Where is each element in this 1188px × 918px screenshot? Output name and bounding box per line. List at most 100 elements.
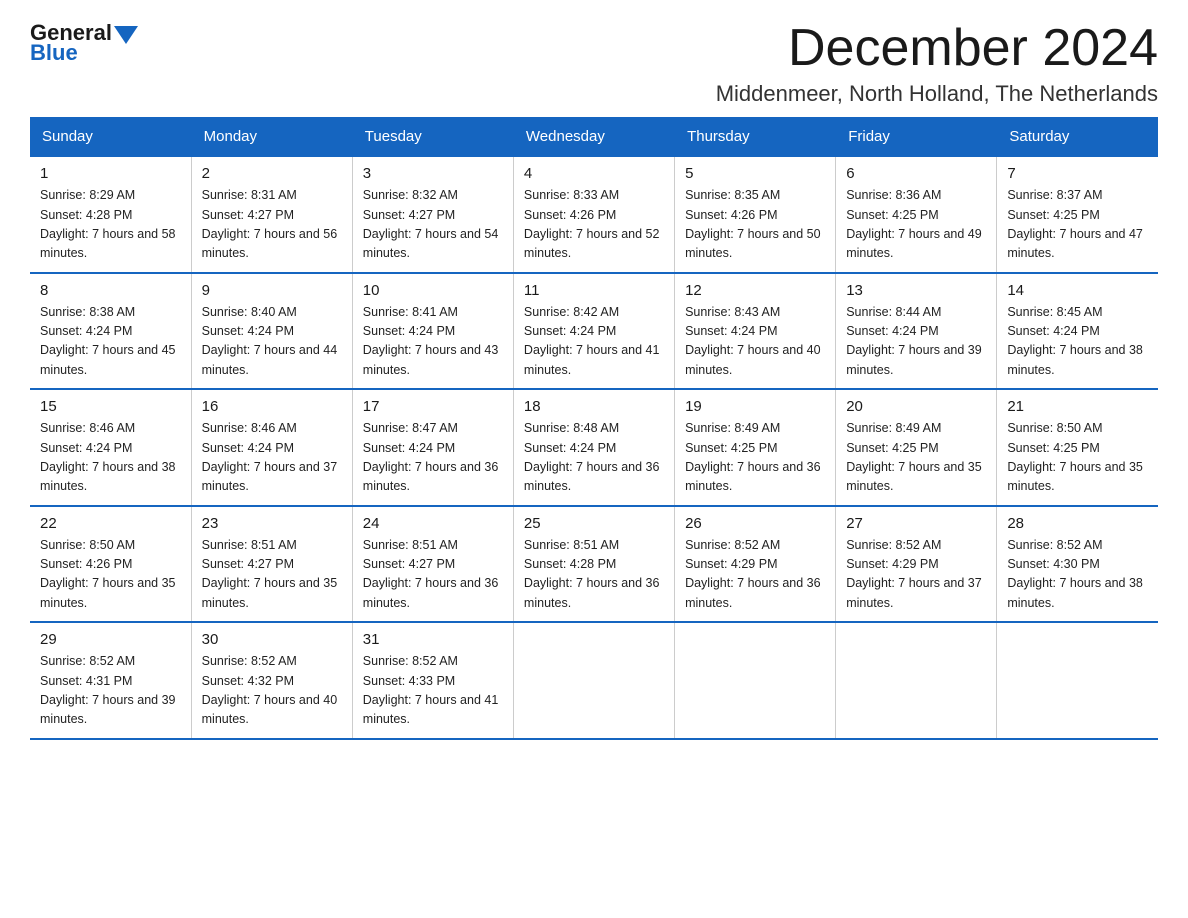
calendar-cell: 5 Sunrise: 8:35 AMSunset: 4:26 PMDayligh… — [675, 156, 836, 273]
logo: General Blue — [30, 20, 138, 66]
calendar-cell: 13 Sunrise: 8:44 AMSunset: 4:24 PMDaylig… — [836, 273, 997, 390]
calendar-table: SundayMondayTuesdayWednesdayThursdayFrid… — [30, 117, 1158, 740]
day-info: Sunrise: 8:52 AMSunset: 4:29 PMDaylight:… — [685, 536, 825, 614]
location-subtitle: Middenmeer, North Holland, The Netherlan… — [716, 81, 1158, 107]
calendar-cell: 26 Sunrise: 8:52 AMSunset: 4:29 PMDaylig… — [675, 506, 836, 623]
day-info: Sunrise: 8:52 AMSunset: 4:30 PMDaylight:… — [1007, 536, 1148, 614]
day-number: 20 — [846, 398, 986, 415]
day-info: Sunrise: 8:52 AMSunset: 4:32 PMDaylight:… — [202, 652, 342, 730]
calendar-cell: 8 Sunrise: 8:38 AMSunset: 4:24 PMDayligh… — [30, 273, 191, 390]
calendar-cell: 11 Sunrise: 8:42 AMSunset: 4:24 PMDaylig… — [513, 273, 674, 390]
day-info: Sunrise: 8:46 AMSunset: 4:24 PMDaylight:… — [40, 419, 181, 497]
day-number: 19 — [685, 398, 825, 415]
calendar-cell — [836, 622, 997, 739]
title-area: December 2024 Middenmeer, North Holland,… — [716, 20, 1158, 107]
calendar-cell: 30 Sunrise: 8:52 AMSunset: 4:32 PMDaylig… — [191, 622, 352, 739]
week-row-1: 1 Sunrise: 8:29 AMSunset: 4:28 PMDayligh… — [30, 156, 1158, 273]
day-number: 11 — [524, 282, 664, 299]
day-info: Sunrise: 8:49 AMSunset: 4:25 PMDaylight:… — [846, 419, 986, 497]
day-number: 5 — [685, 165, 825, 182]
calendar-cell: 16 Sunrise: 8:46 AMSunset: 4:24 PMDaylig… — [191, 389, 352, 506]
day-info: Sunrise: 8:42 AMSunset: 4:24 PMDaylight:… — [524, 303, 664, 381]
day-number: 22 — [40, 515, 181, 532]
day-number: 26 — [685, 515, 825, 532]
day-number: 31 — [363, 631, 503, 648]
week-row-2: 8 Sunrise: 8:38 AMSunset: 4:24 PMDayligh… — [30, 273, 1158, 390]
weekday-header-thursday: Thursday — [675, 118, 836, 157]
day-info: Sunrise: 8:46 AMSunset: 4:24 PMDaylight:… — [202, 419, 342, 497]
day-number: 6 — [846, 165, 986, 182]
day-info: Sunrise: 8:51 AMSunset: 4:27 PMDaylight:… — [363, 536, 503, 614]
day-number: 16 — [202, 398, 342, 415]
day-info: Sunrise: 8:52 AMSunset: 4:29 PMDaylight:… — [846, 536, 986, 614]
day-info: Sunrise: 8:41 AMSunset: 4:24 PMDaylight:… — [363, 303, 503, 381]
weekday-header-tuesday: Tuesday — [352, 118, 513, 157]
calendar-cell: 23 Sunrise: 8:51 AMSunset: 4:27 PMDaylig… — [191, 506, 352, 623]
calendar-cell: 3 Sunrise: 8:32 AMSunset: 4:27 PMDayligh… — [352, 156, 513, 273]
calendar-cell: 4 Sunrise: 8:33 AMSunset: 4:26 PMDayligh… — [513, 156, 674, 273]
day-info: Sunrise: 8:40 AMSunset: 4:24 PMDaylight:… — [202, 303, 342, 381]
day-number: 4 — [524, 165, 664, 182]
weekday-header-sunday: Sunday — [30, 118, 191, 157]
day-number: 29 — [40, 631, 181, 648]
calendar-cell: 9 Sunrise: 8:40 AMSunset: 4:24 PMDayligh… — [191, 273, 352, 390]
week-row-5: 29 Sunrise: 8:52 AMSunset: 4:31 PMDaylig… — [30, 622, 1158, 739]
week-row-3: 15 Sunrise: 8:46 AMSunset: 4:24 PMDaylig… — [30, 389, 1158, 506]
calendar-cell — [513, 622, 674, 739]
calendar-cell: 20 Sunrise: 8:49 AMSunset: 4:25 PMDaylig… — [836, 389, 997, 506]
day-number: 3 — [363, 165, 503, 182]
calendar-cell: 25 Sunrise: 8:51 AMSunset: 4:28 PMDaylig… — [513, 506, 674, 623]
day-info: Sunrise: 8:31 AMSunset: 4:27 PMDaylight:… — [202, 186, 342, 264]
weekday-header-monday: Monday — [191, 118, 352, 157]
day-info: Sunrise: 8:29 AMSunset: 4:28 PMDaylight:… — [40, 186, 181, 264]
calendar-cell: 7 Sunrise: 8:37 AMSunset: 4:25 PMDayligh… — [997, 156, 1158, 273]
day-number: 10 — [363, 282, 503, 299]
calendar-cell: 21 Sunrise: 8:50 AMSunset: 4:25 PMDaylig… — [997, 389, 1158, 506]
day-info: Sunrise: 8:35 AMSunset: 4:26 PMDaylight:… — [685, 186, 825, 264]
calendar-cell: 6 Sunrise: 8:36 AMSunset: 4:25 PMDayligh… — [836, 156, 997, 273]
page-header: General Blue December 2024 Middenmeer, N… — [30, 20, 1158, 107]
day-info: Sunrise: 8:52 AMSunset: 4:33 PMDaylight:… — [363, 652, 503, 730]
day-number: 2 — [202, 165, 342, 182]
day-number: 9 — [202, 282, 342, 299]
day-number: 7 — [1007, 165, 1148, 182]
calendar-cell: 1 Sunrise: 8:29 AMSunset: 4:28 PMDayligh… — [30, 156, 191, 273]
day-number: 30 — [202, 631, 342, 648]
calendar-cell: 2 Sunrise: 8:31 AMSunset: 4:27 PMDayligh… — [191, 156, 352, 273]
day-info: Sunrise: 8:51 AMSunset: 4:27 PMDaylight:… — [202, 536, 342, 614]
weekday-header-friday: Friday — [836, 118, 997, 157]
month-title: December 2024 — [716, 20, 1158, 77]
logo-triangle-icon — [114, 26, 138, 44]
week-row-4: 22 Sunrise: 8:50 AMSunset: 4:26 PMDaylig… — [30, 506, 1158, 623]
weekday-header-saturday: Saturday — [997, 118, 1158, 157]
day-info: Sunrise: 8:44 AMSunset: 4:24 PMDaylight:… — [846, 303, 986, 381]
calendar-cell: 22 Sunrise: 8:50 AMSunset: 4:26 PMDaylig… — [30, 506, 191, 623]
weekday-header-wednesday: Wednesday — [513, 118, 674, 157]
day-info: Sunrise: 8:48 AMSunset: 4:24 PMDaylight:… — [524, 419, 664, 497]
day-info: Sunrise: 8:36 AMSunset: 4:25 PMDaylight:… — [846, 186, 986, 264]
calendar-cell: 14 Sunrise: 8:45 AMSunset: 4:24 PMDaylig… — [997, 273, 1158, 390]
day-number: 25 — [524, 515, 664, 532]
calendar-cell: 12 Sunrise: 8:43 AMSunset: 4:24 PMDaylig… — [675, 273, 836, 390]
calendar-cell: 27 Sunrise: 8:52 AMSunset: 4:29 PMDaylig… — [836, 506, 997, 623]
day-number: 23 — [202, 515, 342, 532]
day-info: Sunrise: 8:50 AMSunset: 4:26 PMDaylight:… — [40, 536, 181, 614]
calendar-cell: 18 Sunrise: 8:48 AMSunset: 4:24 PMDaylig… — [513, 389, 674, 506]
calendar-cell: 15 Sunrise: 8:46 AMSunset: 4:24 PMDaylig… — [30, 389, 191, 506]
day-info: Sunrise: 8:49 AMSunset: 4:25 PMDaylight:… — [685, 419, 825, 497]
day-info: Sunrise: 8:38 AMSunset: 4:24 PMDaylight:… — [40, 303, 181, 381]
day-number: 17 — [363, 398, 503, 415]
day-number: 18 — [524, 398, 664, 415]
day-number: 12 — [685, 282, 825, 299]
day-number: 27 — [846, 515, 986, 532]
day-info: Sunrise: 8:32 AMSunset: 4:27 PMDaylight:… — [363, 186, 503, 264]
calendar-cell: 24 Sunrise: 8:51 AMSunset: 4:27 PMDaylig… — [352, 506, 513, 623]
day-info: Sunrise: 8:50 AMSunset: 4:25 PMDaylight:… — [1007, 419, 1148, 497]
calendar-cell: 31 Sunrise: 8:52 AMSunset: 4:33 PMDaylig… — [352, 622, 513, 739]
day-info: Sunrise: 8:47 AMSunset: 4:24 PMDaylight:… — [363, 419, 503, 497]
day-info: Sunrise: 8:37 AMSunset: 4:25 PMDaylight:… — [1007, 186, 1148, 264]
day-number: 1 — [40, 165, 181, 182]
calendar-cell: 17 Sunrise: 8:47 AMSunset: 4:24 PMDaylig… — [352, 389, 513, 506]
day-number: 15 — [40, 398, 181, 415]
day-number: 21 — [1007, 398, 1148, 415]
